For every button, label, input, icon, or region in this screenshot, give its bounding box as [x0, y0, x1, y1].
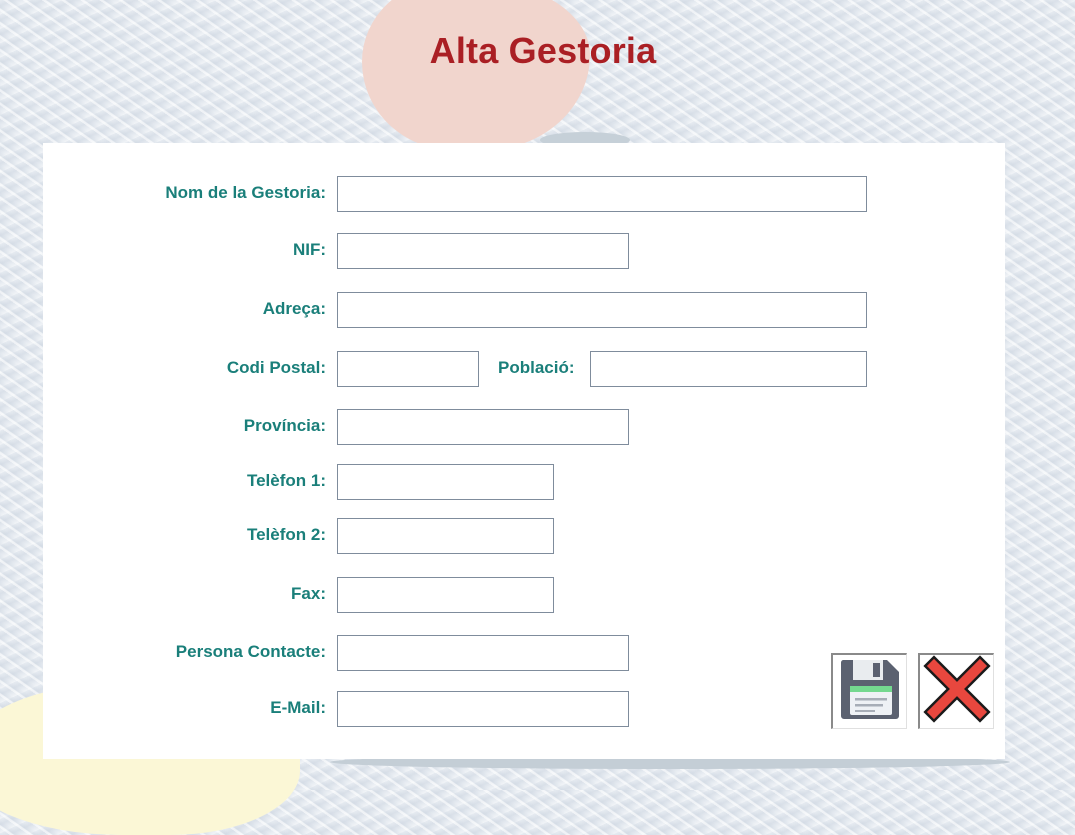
- floppy-disk-icon: [837, 656, 903, 727]
- label-telefon-2: Telèfon 2:: [246, 525, 326, 544]
- label-poblacio: Població:: [498, 358, 575, 377]
- email-input[interactable]: [337, 691, 629, 727]
- label-adreca: Adreça:: [262, 299, 326, 318]
- label-nom-gestoria: Nom de la Gestoria:: [165, 183, 326, 202]
- cancel-button[interactable]: [918, 653, 994, 729]
- codi-postal-input[interactable]: [337, 351, 479, 387]
- persona-contacte-input[interactable]: [337, 635, 629, 671]
- save-button[interactable]: [831, 653, 907, 729]
- telefon-2-input[interactable]: [337, 518, 554, 554]
- telefon-1-input[interactable]: [337, 464, 554, 500]
- fax-input[interactable]: [337, 577, 554, 613]
- poblacio-input[interactable]: [590, 351, 867, 387]
- nif-input[interactable]: [337, 233, 629, 269]
- label-codi-postal: Codi Postal:: [226, 358, 326, 377]
- page-title: Alta Gestoria: [429, 30, 657, 71]
- label-email: E-Mail:: [270, 698, 326, 717]
- label-nif: NIF:: [292, 240, 326, 259]
- label-persona-contacte: Persona Contacte:: [175, 642, 326, 661]
- label-fax: Fax:: [291, 584, 326, 603]
- background-blob-pink: [362, 0, 590, 150]
- red-x-icon: [922, 654, 992, 729]
- form-panel: Nom de la Gestoria: NIF: Adreça: Codi Po…: [43, 143, 1005, 759]
- adreca-input[interactable]: [337, 292, 867, 328]
- label-provincia: Província:: [243, 416, 326, 435]
- nom-gestoria-input[interactable]: [337, 176, 867, 212]
- label-telefon-1: Telèfon 1:: [246, 471, 326, 490]
- provincia-input[interactable]: [337, 409, 629, 445]
